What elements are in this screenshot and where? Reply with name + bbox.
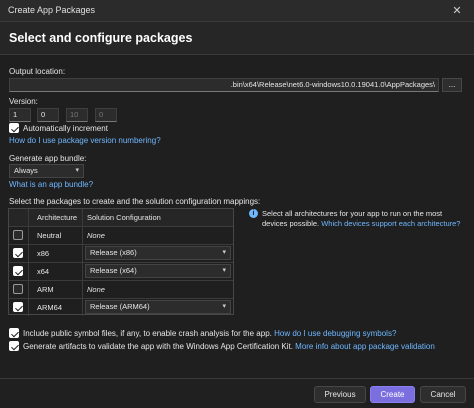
- bundle-select[interactable]: Always ▾: [9, 164, 84, 178]
- auto-increment-label: Automatically increment: [23, 124, 108, 133]
- arch-name: ARM: [29, 281, 83, 298]
- chevron-down-icon: ▾: [222, 303, 226, 310]
- config-value: None: [87, 231, 105, 240]
- arch-name: x64: [29, 263, 83, 280]
- arch-name: x86: [29, 245, 83, 262]
- arm64-config-select[interactable]: Release (ARM64) ▾: [85, 300, 231, 314]
- output-location-input[interactable]: .bin\x64\Release\net6.0-windows10.0.1904…: [9, 78, 439, 92]
- config-value: None: [87, 285, 105, 294]
- debugging-symbols-link[interactable]: How do I use debugging symbols?: [274, 329, 396, 338]
- close-icon[interactable]: ✕: [446, 2, 468, 20]
- version-minor-input[interactable]: 0: [37, 108, 59, 122]
- chevron-down-icon: ▾: [222, 249, 226, 256]
- table-row-arm64: ARM64 Release (ARM64) ▾: [9, 299, 233, 317]
- architecture-column-header: Architecture: [29, 209, 83, 226]
- packages-table: Architecture Solution Configuration Neut…: [8, 208, 234, 317]
- table-row-neutral: Neutral None: [9, 227, 233, 245]
- x86-checkbox[interactable]: [13, 248, 23, 258]
- info-icon: i: [249, 209, 258, 218]
- architecture-info: Select all architectures for your app to…: [262, 209, 461, 228]
- x64-config-select[interactable]: Release (x64) ▾: [85, 264, 231, 278]
- table-row-x64: x64 Release (x64) ▾: [9, 263, 233, 281]
- table-row-x86: x86 Release (x86) ▾: [9, 245, 233, 263]
- version-revision-input[interactable]: 0: [95, 108, 117, 122]
- artifacts-checkbox[interactable]: [9, 341, 19, 351]
- cancel-button[interactable]: Cancel: [420, 386, 466, 403]
- version-help-link[interactable]: How do I use package version numbering?: [9, 136, 161, 145]
- version-build-input[interactable]: 10: [66, 108, 88, 122]
- artifacts-label: Generate artifacts to validate the app w…: [23, 342, 435, 351]
- package-validation-link[interactable]: More info about app package validation: [295, 342, 435, 351]
- configuration-column-header: Solution Configuration: [87, 213, 161, 222]
- symbols-checkbox[interactable]: [9, 328, 19, 338]
- arch-name: ARM64: [29, 299, 83, 316]
- bundle-label: Generate app bundle:: [9, 154, 87, 163]
- chevron-down-icon: ▾: [222, 267, 226, 274]
- x86-config-select[interactable]: Release (x86) ▾: [85, 246, 231, 260]
- version-label: Version:: [9, 97, 38, 106]
- bundle-help-link[interactable]: What is an app bundle?: [9, 180, 93, 189]
- chevron-down-icon: ▾: [75, 167, 79, 174]
- title-bar: Create App Packages ✕: [0, 0, 474, 22]
- previous-button[interactable]: Previous: [314, 386, 366, 403]
- symbols-label: Include public symbol files, if any, to …: [23, 329, 397, 338]
- page-header: Select and configure packages: [0, 22, 474, 55]
- table-header: Architecture Solution Configuration: [9, 209, 233, 227]
- page-title: Select and configure packages: [9, 31, 193, 45]
- architecture-devices-link[interactable]: Which devices support each architecture?: [321, 219, 460, 228]
- version-major-input[interactable]: 1: [9, 108, 31, 122]
- table-row-arm: ARM None: [9, 281, 233, 299]
- create-button[interactable]: Create: [370, 386, 415, 403]
- arm64-checkbox[interactable]: [13, 302, 23, 312]
- packages-intro: Select the packages to create and the so…: [9, 197, 261, 206]
- arm-checkbox[interactable]: [13, 284, 23, 294]
- browse-button[interactable]: ...: [442, 78, 462, 92]
- output-location-label: Output location:: [9, 67, 66, 76]
- window-title: Create App Packages: [8, 5, 96, 15]
- auto-increment-checkbox[interactable]: [9, 123, 19, 133]
- x64-checkbox[interactable]: [13, 266, 23, 276]
- arch-name: Neutral: [29, 227, 83, 244]
- neutral-checkbox[interactable]: [13, 230, 23, 240]
